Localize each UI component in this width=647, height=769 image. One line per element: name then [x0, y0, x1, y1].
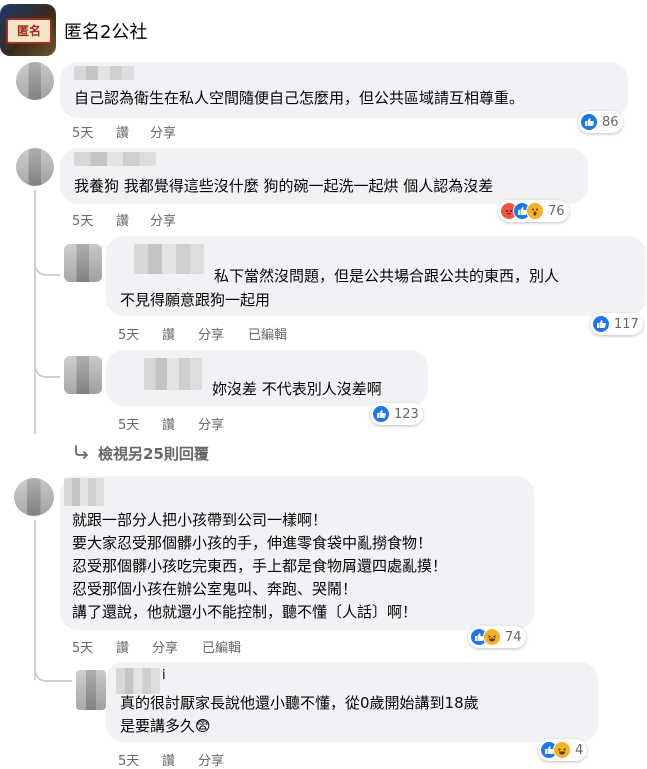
comment-bubble: 自己認為衛生在私人空間隨便自己怎麼用，但公共區域請互相尊重。 [60, 62, 628, 118]
reaction-count: 4 [575, 742, 584, 758]
comment-text-line: 是要講多久😨 [120, 717, 211, 735]
comment-bubble: 妳沒差 不代表別人沒差啊 [106, 350, 428, 406]
commenter-name[interactable] [134, 244, 204, 274]
comment-text: 私下當然沒問題，但是公共場合跟公共的東西，別人 [214, 267, 560, 285]
reaction-count: 86 [602, 114, 619, 130]
share-button[interactable]: 分享 [198, 750, 224, 769]
like-reaction-icon [580, 113, 598, 131]
timestamp[interactable]: 5天 [72, 637, 93, 656]
group-name[interactable]: 匿名2公社 [64, 18, 147, 44]
comment-text: 妳沒差 不代表別人沒差啊 [212, 380, 382, 398]
share-button[interactable]: 分享 [198, 414, 224, 433]
wow-reaction-icon [526, 202, 544, 220]
comment-text: 自己認為衛生在私人空間隨便自己怎麼用，但公共區域請互相尊重。 [74, 89, 525, 107]
reaction-summary[interactable]: 123 [370, 403, 423, 425]
edited-label[interactable]: 已編輯 [248, 324, 287, 343]
anxious-face-emoji: 😨 [195, 717, 211, 735]
reaction-count: 123 [394, 406, 419, 422]
avatar[interactable] [76, 670, 106, 710]
comment-text: 忍受那個髒小孩吃完東西，手上都是食物屑還四處亂摸！ [72, 557, 448, 575]
share-button[interactable]: 分享 [198, 324, 224, 343]
reaction-count: 117 [614, 316, 639, 332]
comment-actions: 5天 讚 分享 [72, 122, 272, 141]
avatar[interactable] [14, 478, 54, 516]
reaction-count: 76 [548, 203, 565, 219]
view-more-label[interactable]: 檢視另25則回覆 [98, 443, 209, 464]
comment-text: 講了還說，他就還小不能控制，聽不懂〔人話〕啊！ [72, 603, 418, 621]
comment-text: 忍受那個小孩在辦公室鬼叫、奔跑、哭鬧！ [72, 580, 358, 598]
commenter-name[interactable] [74, 66, 134, 80]
comment-actions: 5天 讚 分享 [118, 414, 318, 433]
reply-thread-line [34, 520, 36, 680]
commenter-name[interactable] [116, 668, 160, 694]
like-reaction-icon [372, 405, 390, 423]
commenter-name-fragment[interactable]: i [162, 668, 166, 684]
comment-text: 不見得願意跟狗一起用 [120, 291, 271, 309]
like-button[interactable]: 讚 [162, 750, 175, 769]
share-button[interactable]: 分享 [150, 122, 176, 141]
group-header: 匿名 匿名2公社 [0, 0, 647, 62]
reply-connector [34, 668, 72, 682]
comment-actions: 5天 讚 分享 已編輯 [72, 637, 332, 656]
like-button[interactable]: 讚 [116, 122, 129, 141]
avatar[interactable] [16, 148, 54, 186]
like-button[interactable]: 讚 [116, 637, 129, 656]
timestamp[interactable]: 5天 [72, 210, 93, 229]
reply-connector [34, 364, 60, 378]
comment-text: 真的很討厭家長說他還小聽不懂，從0歲開始講到18歲 [120, 694, 479, 712]
avatar[interactable] [64, 356, 102, 394]
reaction-summary[interactable]: 76 [498, 200, 569, 222]
comment-bubble: 私下當然沒問題，但是公共場合跟公共的東西，別人 不見得願意跟狗一起用 [106, 236, 646, 316]
haha-reaction-icon [483, 628, 501, 646]
group-avatar[interactable]: 匿名 [0, 4, 56, 56]
comment-actions: 5天 讚 分享 [72, 210, 272, 229]
commenter-name[interactable] [74, 152, 156, 166]
timestamp[interactable]: 5天 [72, 122, 93, 141]
comment-actions: 5天 讚 分享 [118, 750, 318, 769]
commenter-name[interactable] [64, 478, 104, 506]
avatar[interactable] [64, 244, 102, 282]
comment-bubble: 我養狗 我都覺得這些沒什麼 狗的碗一起洗一起烘 個人認為沒差 [60, 148, 588, 204]
like-button[interactable]: 讚 [162, 324, 175, 343]
comment-bubble: i 真的很討厭家長說他還小聽不懂，從0歲開始講到18歲 是要講多久😨 [106, 662, 598, 742]
comment-actions: 5天 讚 分享 已編輯 [118, 324, 378, 343]
like-button[interactable]: 讚 [116, 210, 129, 229]
commenter-name[interactable] [144, 358, 202, 390]
comment-text: 我養狗 我都覺得這些沒什麼 狗的碗一起洗一起烘 個人認為沒差 [74, 177, 494, 195]
reaction-summary[interactable]: 86 [578, 111, 623, 133]
reaction-summary[interactable]: 4 [538, 739, 588, 761]
comment-text: 要大家忍受那個髒小孩的手，伸進零食袋中亂撈食物！ [72, 534, 433, 552]
haha-reaction-icon [553, 741, 571, 759]
timestamp[interactable]: 5天 [118, 414, 139, 433]
view-more-replies[interactable]: 檢視另25則回覆 [74, 443, 209, 463]
reply-thread-line [34, 190, 36, 434]
reply-connector [34, 262, 60, 276]
reply-arrow-icon [74, 444, 90, 463]
comment-bubble: 就跟一部分人把小孩帶到公司一樣啊！ 要大家忍受那個髒小孩的手，伸進零食袋中亂撈食… [60, 476, 534, 630]
timestamp[interactable]: 5天 [118, 750, 139, 769]
share-button[interactable]: 分享 [152, 637, 178, 656]
reaction-summary[interactable]: 74 [468, 626, 526, 648]
comment-text: 就跟一部分人把小孩帶到公司一樣啊！ [72, 511, 328, 529]
share-button[interactable]: 分享 [150, 210, 176, 229]
edited-label[interactable]: 已編輯 [202, 637, 241, 656]
avatar[interactable] [16, 62, 54, 100]
like-button[interactable]: 讚 [162, 414, 175, 433]
group-logo-stamp: 匿名 [6, 18, 52, 44]
like-reaction-icon [592, 315, 610, 333]
reaction-summary[interactable]: 117 [590, 313, 643, 335]
timestamp[interactable]: 5天 [118, 324, 139, 343]
reaction-count: 74 [505, 629, 522, 645]
